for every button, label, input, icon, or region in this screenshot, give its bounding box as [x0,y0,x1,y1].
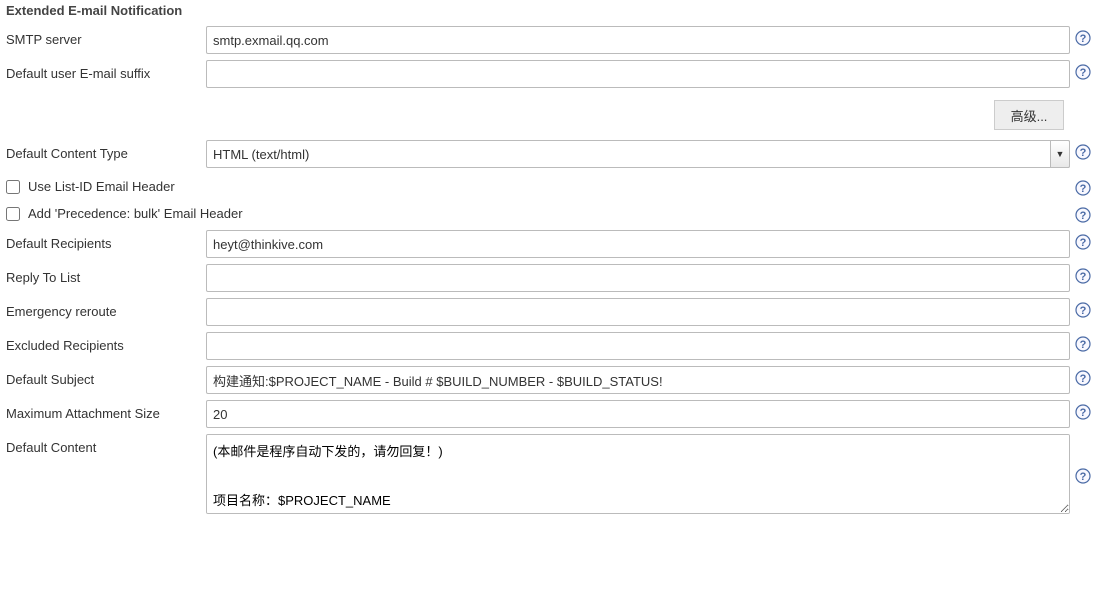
default-recipients-input[interactable] [206,230,1070,258]
section-title: Extended E-mail Notification [6,0,1092,22]
default-subject-label: Default Subject [6,366,206,387]
advanced-button[interactable]: 高级... [994,100,1064,130]
svg-text:?: ? [1080,237,1087,249]
help-icon[interactable]: ? [1074,403,1092,421]
use-list-id-label: Use List-ID Email Header [28,179,1062,194]
svg-text:?: ? [1080,373,1087,385]
default-content-textarea[interactable] [206,434,1070,514]
svg-text:?: ? [1080,271,1087,283]
content-type-label: Default Content Type [6,140,206,161]
svg-text:?: ? [1080,471,1087,483]
help-icon[interactable]: ? [1074,369,1092,387]
content-type-select[interactable]: HTML (text/html) [206,140,1070,168]
help-icon[interactable]: ? [1074,335,1092,353]
svg-text:?: ? [1080,339,1087,351]
help-icon[interactable]: ? [1074,206,1092,224]
svg-text:?: ? [1080,305,1087,317]
excluded-input[interactable] [206,332,1070,360]
help-icon[interactable]: ? [1074,29,1092,47]
add-precedence-checkbox[interactable] [6,207,20,221]
smtp-server-input[interactable] [206,26,1070,54]
svg-text:?: ? [1080,147,1087,159]
add-precedence-label: Add 'Precedence: bulk' Email Header [28,206,1062,221]
svg-text:?: ? [1080,183,1087,195]
reply-to-label: Reply To List [6,264,206,285]
default-recipients-label: Default Recipients [6,230,206,251]
excluded-label: Excluded Recipients [6,332,206,353]
help-icon[interactable]: ? [1074,179,1092,197]
help-icon[interactable]: ? [1074,143,1092,161]
default-content-label: Default Content [6,434,206,455]
suffix-input[interactable] [206,60,1070,88]
svg-text:?: ? [1080,210,1087,222]
help-icon[interactable]: ? [1074,63,1092,81]
svg-text:?: ? [1080,67,1087,79]
help-icon[interactable]: ? [1074,233,1092,251]
help-icon[interactable]: ? [1074,467,1092,485]
svg-text:?: ? [1080,407,1087,419]
max-attach-label: Maximum Attachment Size [6,400,206,421]
reply-to-input[interactable] [206,264,1070,292]
max-attach-input[interactable] [206,400,1070,428]
help-icon[interactable]: ? [1074,301,1092,319]
svg-text:?: ? [1080,33,1087,45]
smtp-server-label: SMTP server [6,26,206,47]
use-list-id-checkbox[interactable] [6,180,20,194]
emergency-input[interactable] [206,298,1070,326]
help-icon[interactable]: ? [1074,267,1092,285]
suffix-label: Default user E-mail suffix [6,60,206,81]
emergency-label: Emergency reroute [6,298,206,319]
default-subject-input[interactable] [206,366,1070,394]
